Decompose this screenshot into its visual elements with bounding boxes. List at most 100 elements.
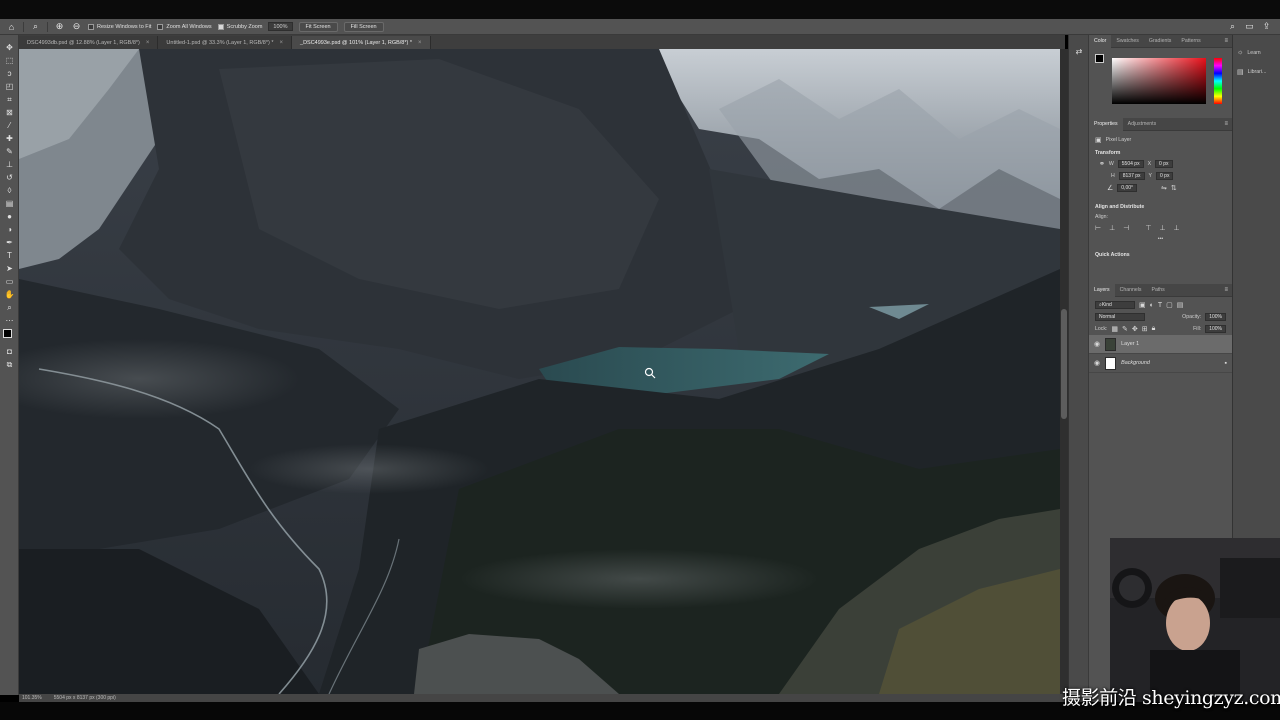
tab-patterns[interactable]: Patterns	[1176, 35, 1205, 48]
resize-windows-checkbox[interactable]: Resize Windows to Fit	[88, 23, 151, 30]
transform-section-title[interactable]: Transform	[1089, 146, 1232, 158]
document-tab[interactable]: Untitled-1.psd @ 33.3% (Layer 1, RGB/8*)…	[158, 36, 293, 49]
object-selection-tool-icon[interactable]: ◰	[0, 80, 19, 93]
visibility-eye-icon[interactable]: ◉	[1094, 340, 1100, 348]
fit-screen-button[interactable]: Fit Screen	[298, 21, 338, 32]
tab-paths[interactable]: Paths	[1147, 284, 1170, 297]
tab-layers[interactable]: Layers	[1089, 283, 1115, 297]
screen-mode-icon[interactable]: ⧉	[0, 358, 19, 371]
tab-color[interactable]: Color	[1089, 34, 1112, 48]
align-right-icon[interactable]: ⊣	[1123, 224, 1129, 232]
zoom-all-windows-checkbox[interactable]: Zoom All Windows	[157, 23, 212, 30]
filter-kind-select[interactable]: ⌕ Kind	[1095, 301, 1135, 309]
x-field[interactable]: 0 px	[1155, 160, 1173, 168]
clone-stamp-tool-icon[interactable]: ⊥	[0, 158, 19, 171]
tab-adjustments[interactable]: Adjustments	[1123, 118, 1162, 131]
close-icon[interactable]: ×	[146, 40, 150, 46]
document-tab-active[interactable]: _DSC4993e.psd @ 101% (Layer 1, RGB/8*) *…	[292, 36, 431, 49]
zoom-out-icon[interactable]: ⊖	[71, 21, 82, 32]
healing-brush-tool-icon[interactable]: ✚	[0, 132, 19, 145]
zoom-tool-icon[interactable]: ⌕	[30, 21, 41, 32]
saturation-value-field[interactable]	[1112, 58, 1206, 104]
fill-screen-button[interactable]: Fill Screen	[343, 21, 384, 32]
vertical-scrollbar[interactable]	[1060, 49, 1068, 694]
lock-artboard-icon[interactable]: ⊞	[1142, 325, 1148, 333]
close-icon[interactable]: ×	[280, 40, 284, 46]
color-swatches[interactable]	[0, 327, 18, 345]
layer-row-layer-1[interactable]: ◉ Layer 1	[1089, 335, 1232, 354]
lock-transparency-icon[interactable]: ▦	[1111, 325, 1118, 333]
filter-shape-icon[interactable]: ▢	[1166, 301, 1173, 309]
fill-field[interactable]: 100%	[1205, 325, 1226, 333]
layer-row-background[interactable]: ◉ Background ▪	[1089, 354, 1232, 373]
share-icon[interactable]: ⇪	[1261, 21, 1272, 32]
flip-horizontal-icon[interactable]: ⇋	[1161, 184, 1167, 192]
panel-menu-icon[interactable]: ≡	[1224, 38, 1228, 44]
history-panel-icon[interactable]: ⇄	[1069, 45, 1089, 58]
scrollbar-thumb[interactable]	[1061, 309, 1067, 419]
quick-mask-icon[interactable]: ◘	[0, 345, 19, 358]
quick-actions-title[interactable]: Quick Actions	[1089, 248, 1232, 284]
width-field[interactable]: 5504 px	[1117, 160, 1144, 168]
align-left-icon[interactable]: ⊢	[1095, 224, 1101, 232]
link-icon[interactable]: ⚭	[1099, 160, 1105, 168]
search-icon[interactable]: ⌕	[1227, 21, 1238, 32]
eyedropper-tool-icon[interactable]: ⁄	[0, 119, 19, 132]
type-tool-icon[interactable]: T	[0, 249, 19, 262]
tab-gradients[interactable]: Gradients	[1144, 35, 1177, 48]
frame-tool-icon[interactable]: ⊠	[0, 106, 19, 119]
history-brush-tool-icon[interactable]: ↺	[0, 171, 19, 184]
color-picker[interactable]	[1089, 48, 1232, 118]
dodge-tool-icon[interactable]: ◑	[0, 223, 19, 236]
panel-menu-icon[interactable]: ≡	[1224, 121, 1228, 127]
align-middle-icon[interactable]: ⊥	[1159, 224, 1165, 232]
blur-tool-icon[interactable]: ●	[0, 210, 19, 223]
document-info[interactable]: 5504 px x 8137 px (300 ppi)	[54, 695, 116, 701]
height-field[interactable]: 8137 px	[1118, 172, 1145, 180]
document-tab[interactable]: DSC4993db.psd @ 12.88% (Layer 1, RGB/8*)…	[19, 36, 159, 49]
panel-menu-icon[interactable]: ≡	[1224, 287, 1228, 293]
tab-channels[interactable]: Channels	[1115, 284, 1147, 297]
filter-pixel-icon[interactable]: ▣	[1139, 301, 1146, 309]
document-canvas[interactable]	[19, 49, 1060, 694]
zoom-in-icon[interactable]: ⊕	[54, 21, 65, 32]
tab-properties[interactable]: Properties	[1089, 117, 1123, 131]
brush-tool-icon[interactable]: ✎	[0, 145, 19, 158]
lock-all-icon[interactable]: 🔒︎	[1152, 325, 1156, 333]
align-top-icon[interactable]: ⊤	[1145, 224, 1151, 232]
lock-pixels-icon[interactable]: ✎	[1122, 325, 1128, 333]
flip-vertical-icon[interactable]: ⇅	[1171, 184, 1177, 192]
pen-tool-icon[interactable]: ✒	[0, 236, 19, 249]
y-field[interactable]: 0 px	[1156, 172, 1174, 180]
scrubby-zoom-checkbox[interactable]: Scrubby Zoom	[217, 23, 262, 30]
opacity-field[interactable]: 100%	[1205, 313, 1226, 321]
zoom-percentage[interactable]: 101.35%	[22, 695, 42, 701]
align-bottom-icon[interactable]: ⊥	[1174, 224, 1180, 232]
foreground-color-swatch[interactable]	[1095, 54, 1104, 63]
close-icon[interactable]: ×	[418, 40, 422, 46]
home-icon[interactable]: ⌂	[6, 21, 17, 32]
filter-adjustment-icon[interactable]: ◐	[1150, 302, 1154, 309]
angle-field[interactable]: 0,00°	[1117, 184, 1138, 192]
zoom-tool-icon[interactable]: ⌕	[0, 301, 19, 314]
foreground-color-swatch[interactable]	[3, 329, 12, 338]
libraries-button[interactable]: ▤ Librari...	[1233, 66, 1280, 78]
filter-type-icon[interactable]: T	[1158, 302, 1162, 309]
zoom-value-field[interactable]: 100%	[268, 22, 293, 31]
workspace-icon[interactable]: ▭	[1244, 21, 1255, 32]
filter-smart-object-icon[interactable]: ▤	[1177, 301, 1184, 309]
more-options[interactable]: •••	[1089, 234, 1232, 244]
hand-tool-icon[interactable]: ✋	[0, 288, 19, 301]
rectangle-tool-icon[interactable]: ▭	[0, 275, 19, 288]
marquee-tool-icon[interactable]: ⬚	[0, 54, 19, 67]
blend-mode-select[interactable]: Normal	[1095, 313, 1145, 321]
eraser-tool-icon[interactable]: ◊	[0, 184, 19, 197]
learn-button[interactable]: ☼ Learn	[1233, 47, 1280, 58]
path-selection-tool-icon[interactable]: ➤	[0, 262, 19, 275]
lasso-tool-icon[interactable]: ↄ	[0, 67, 19, 80]
visibility-eye-icon[interactable]: ◉	[1094, 359, 1100, 367]
lock-position-icon[interactable]: ✥	[1132, 325, 1138, 333]
align-center-icon[interactable]: ⊥	[1109, 224, 1115, 232]
crop-tool-icon[interactable]: ⌗	[0, 93, 19, 106]
tab-swatches[interactable]: Swatches	[1111, 35, 1144, 48]
